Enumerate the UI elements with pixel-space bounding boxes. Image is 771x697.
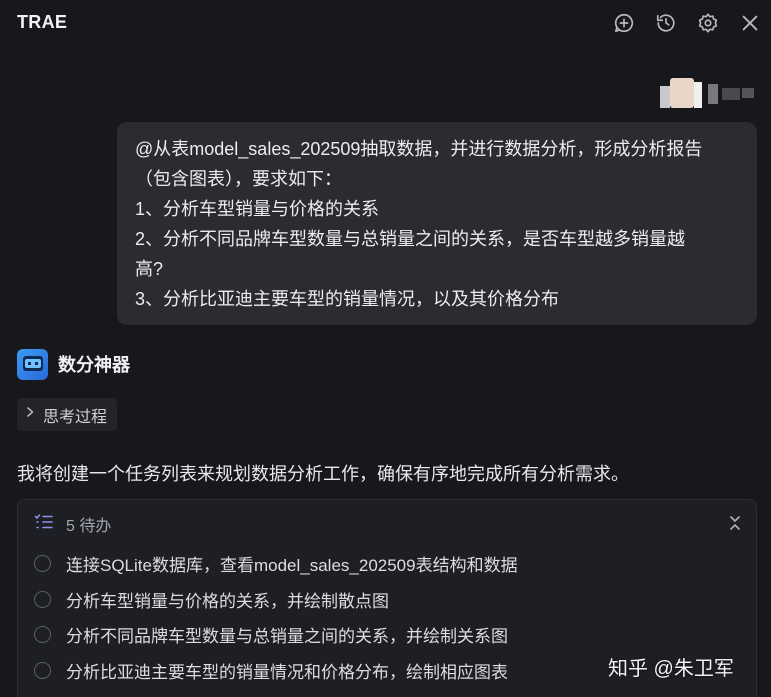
todo-item-text: 分析比亚迪主要车型的销量情况和价格分布，绘制相应图表	[66, 662, 508, 682]
user-message-line: （包含图表），要求如下：	[135, 169, 342, 189]
todo-item[interactable]: 分析比亚迪主要车型的销量情况和价格分布，绘制相应图表	[34, 658, 508, 682]
close-icon[interactable]	[737, 10, 763, 36]
todo-item[interactable]: 连接SQLite数据库，查看model_sales_202509表结构和数据	[34, 551, 518, 575]
add-chat-icon[interactable]	[611, 10, 637, 36]
robot-icon	[17, 348, 48, 380]
user-message-line: @从表model_sales_202509抽取数据，并进行数据分析，形成分析报告	[135, 139, 703, 159]
app-title: TRAE	[17, 12, 68, 32]
user-avatar	[660, 78, 756, 110]
todo-item-text: 分析车型销量与价格的关系，并绘制散点图	[66, 591, 389, 611]
todo-checkbox[interactable]	[34, 625, 51, 643]
todo-checkbox[interactable]	[34, 661, 51, 679]
assistant-name: 数分神器	[58, 355, 130, 375]
todo-item[interactable]: 分析车型销量与价格的关系，并绘制散点图	[34, 587, 389, 611]
watermark: 知乎 @朱卫军	[608, 658, 734, 680]
assistant-header: 数分神器	[17, 348, 130, 380]
user-message-line: 3、分析比亚迪主要车型的销量情况，以及其价格分布	[135, 289, 560, 309]
todo-item[interactable]: 分析不同品牌车型数量与总销量之间的关系，并绘制关系图	[34, 622, 508, 646]
todo-item-text: 分析不同品牌车型数量与总销量之间的关系，并绘制关系图	[66, 626, 508, 646]
thinking-label: 思考过程	[43, 408, 108, 426]
chevron-right-icon	[23, 405, 37, 424]
settings-icon[interactable]	[695, 10, 721, 36]
todo-checkbox[interactable]	[34, 554, 51, 572]
user-message-line: 2、分析不同品牌车型数量与总销量之间的关系，是否车型越多销量越	[135, 229, 686, 249]
thinking-toggle[interactable]: 思考过程	[17, 398, 118, 431]
checklist-icon	[34, 513, 54, 536]
collapse-icon[interactable]	[724, 512, 746, 534]
todo-checkbox[interactable]	[34, 590, 51, 608]
todo-header: 5 待办	[34, 512, 111, 536]
user-message-line: 高?	[135, 259, 164, 279]
user-message: @从表model_sales_202509抽取数据，并进行数据分析，形成分析报告…	[117, 122, 757, 325]
title-bar: TRAE	[0, 0, 771, 46]
todo-count: 5 待办	[66, 518, 112, 535]
assistant-reply: 我将创建一个任务列表来规划数据分析工作，确保有序地完成所有分析需求。	[17, 464, 629, 484]
user-message-line: 1、分析车型销量与价格的关系	[135, 199, 380, 219]
todo-item-text: 连接SQLite数据库，查看model_sales_202509表结构和数据	[66, 555, 518, 575]
history-icon[interactable]	[653, 10, 679, 36]
